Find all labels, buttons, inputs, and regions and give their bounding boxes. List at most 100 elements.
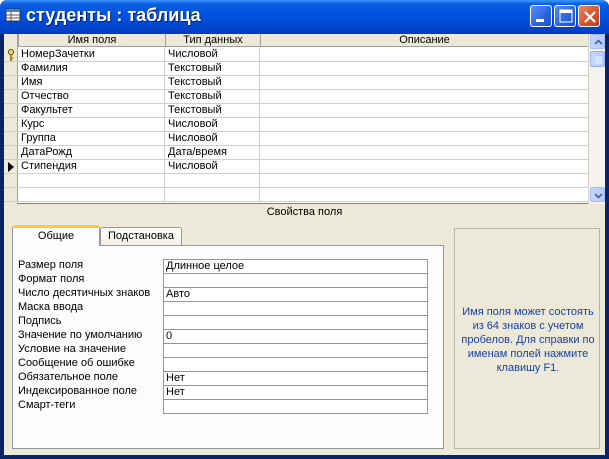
row-selector[interactable] bbox=[4, 132, 18, 146]
table-row[interactable]: Фамилия Текстовый bbox=[4, 62, 588, 76]
grid-cell-data-type[interactable] bbox=[166, 174, 260, 188]
property-value-field[interactable] bbox=[163, 301, 428, 315]
table-row[interactable]: Имя Текстовый bbox=[4, 76, 588, 90]
tab-lookup[interactable]: Подстановка bbox=[100, 227, 182, 246]
property-label[interactable]: Маска ввода bbox=[18, 301, 160, 315]
property-value-field[interactable]: Длинное целое bbox=[163, 259, 428, 273]
grid-cell-description[interactable] bbox=[261, 62, 588, 76]
grid-cell-field-name[interactable]: Стипендия bbox=[19, 160, 165, 174]
grid-cell-data-type[interactable]: Текстовый bbox=[166, 62, 260, 76]
property-label[interactable]: Сообщение об ошибке bbox=[18, 357, 160, 371]
property-value-field[interactable] bbox=[163, 343, 428, 357]
grid-cell-data-type[interactable]: Числовой bbox=[166, 118, 260, 132]
grid-cell-field-name[interactable]: НомерЗачетки bbox=[19, 48, 165, 62]
header-field-name[interactable]: Имя поля bbox=[19, 34, 166, 47]
property-label[interactable]: Подпись bbox=[18, 315, 160, 329]
row-selector[interactable] bbox=[4, 188, 18, 202]
chevron-down-icon bbox=[594, 193, 603, 199]
maximize-icon bbox=[559, 9, 573, 23]
grid-cell-field-name[interactable]: ДатаРожд bbox=[19, 146, 165, 160]
property-value-field[interactable] bbox=[163, 315, 428, 329]
grid-cell-field-name[interactable] bbox=[19, 174, 165, 188]
row-selector[interactable] bbox=[4, 174, 18, 188]
table-row[interactable]: Группа Числовой bbox=[4, 132, 588, 146]
property-value-field[interactable] bbox=[163, 357, 428, 371]
property-row: Сообщение об ошибке bbox=[18, 357, 428, 371]
row-selector[interactable] bbox=[4, 90, 18, 104]
grid-cell-description[interactable] bbox=[261, 90, 588, 104]
scroll-down-button[interactable] bbox=[590, 187, 605, 202]
property-value-field[interactable] bbox=[163, 399, 428, 414]
grid-cell-description[interactable] bbox=[261, 104, 588, 118]
property-value-field[interactable] bbox=[163, 273, 428, 287]
row-selector[interactable] bbox=[4, 118, 18, 132]
grid-cell-data-type[interactable] bbox=[166, 188, 260, 202]
grid-cell-data-type[interactable]: Числовой bbox=[166, 160, 260, 174]
table-row[interactable]: Отчество Текстовый bbox=[4, 90, 588, 104]
scroll-up-button[interactable] bbox=[590, 34, 605, 49]
property-label[interactable]: Формат поля bbox=[18, 273, 160, 287]
property-label[interactable]: Условие на значение bbox=[18, 343, 160, 357]
grid-cell-data-type[interactable]: Числовой bbox=[166, 132, 260, 146]
row-selector[interactable] bbox=[4, 146, 18, 160]
grid-cell-description[interactable] bbox=[261, 188, 588, 202]
property-label[interactable]: Число десятичных знаков bbox=[18, 287, 160, 301]
grid-cell-field-name[interactable]: Фамилия bbox=[19, 62, 165, 76]
property-value-field[interactable]: Нет bbox=[163, 385, 428, 399]
grid-cell-data-type[interactable]: Текстовый bbox=[166, 90, 260, 104]
grid-cell-field-name[interactable]: Отчество bbox=[19, 90, 165, 104]
property-row: Условие на значение bbox=[18, 343, 428, 357]
window-client-area: Имя поля Тип данных Описание НомерЗачетк… bbox=[4, 34, 605, 455]
current-row-pointer-icon[interactable] bbox=[4, 160, 18, 174]
grip-icon bbox=[595, 56, 602, 64]
grid-cell-data-type[interactable]: Числовой bbox=[166, 48, 260, 62]
grid-cell-description[interactable] bbox=[261, 146, 588, 160]
table-row[interactable]: ДатаРожд Дата/время bbox=[4, 146, 588, 160]
grid-cell-field-name[interactable]: Курс bbox=[19, 118, 165, 132]
grid-cell-field-name[interactable]: Группа bbox=[19, 132, 165, 146]
grid-cell-description[interactable] bbox=[261, 48, 588, 62]
minimize-button[interactable] bbox=[530, 5, 552, 27]
property-value-field[interactable]: 0 bbox=[163, 329, 428, 343]
grid-cell-description[interactable] bbox=[261, 160, 588, 174]
property-row: Маска ввода bbox=[18, 301, 428, 315]
grid-cell-data-type[interactable]: Дата/время bbox=[166, 146, 260, 160]
row-selector[interactable] bbox=[4, 76, 18, 90]
table-row[interactable]: Стипендия Числовой bbox=[4, 160, 588, 174]
property-label[interactable]: Размер поля bbox=[18, 259, 160, 273]
table-row[interactable] bbox=[4, 188, 588, 202]
grid-cell-description[interactable] bbox=[261, 76, 588, 90]
properties-tabs: Общие Подстановка Размер поля Длинное цел… bbox=[10, 225, 447, 449]
property-label[interactable]: Обязательное поле bbox=[18, 371, 160, 385]
grid-cell-description[interactable] bbox=[261, 132, 588, 146]
grid-cell-field-name[interactable] bbox=[19, 188, 165, 202]
scroll-thumb[interactable] bbox=[590, 51, 605, 67]
grid-cell-data-type[interactable]: Текстовый bbox=[166, 76, 260, 90]
table-row[interactable]: НомерЗачетки Числовой bbox=[4, 48, 588, 62]
row-selector[interactable] bbox=[4, 104, 18, 118]
maximize-button[interactable] bbox=[554, 5, 576, 27]
property-value-field[interactable]: Авто bbox=[163, 287, 428, 301]
vertical-scrollbar[interactable] bbox=[588, 34, 605, 204]
table-row[interactable] bbox=[4, 174, 588, 188]
property-value-field[interactable]: Нет bbox=[163, 371, 428, 385]
chevron-up-icon bbox=[594, 39, 603, 45]
row-selector[interactable] bbox=[4, 62, 18, 76]
close-button[interactable] bbox=[578, 5, 600, 27]
table-row[interactable]: Курс Числовой bbox=[4, 118, 588, 132]
grid-cell-description[interactable] bbox=[261, 118, 588, 132]
header-description[interactable]: Описание bbox=[261, 34, 588, 47]
property-label[interactable]: Значение по умолчанию bbox=[18, 329, 160, 343]
window-title: студенты : таблица bbox=[26, 5, 201, 25]
tab-general[interactable]: Общие bbox=[12, 225, 100, 246]
title-bar[interactable]: студенты : таблица bbox=[0, 0, 609, 34]
header-data-type[interactable]: Тип данных bbox=[166, 34, 261, 47]
property-label[interactable]: Индексированное поле bbox=[18, 385, 160, 399]
grid-cell-data-type[interactable]: Текстовый bbox=[166, 104, 260, 118]
table-row[interactable]: Факультет Текстовый bbox=[4, 104, 588, 118]
property-label[interactable]: Смарт-теги bbox=[18, 399, 160, 413]
primary-key-icon[interactable] bbox=[4, 48, 18, 62]
grid-cell-field-name[interactable]: Факультет bbox=[19, 104, 165, 118]
grid-cell-field-name[interactable]: Имя bbox=[19, 76, 165, 90]
grid-cell-description[interactable] bbox=[261, 174, 588, 188]
